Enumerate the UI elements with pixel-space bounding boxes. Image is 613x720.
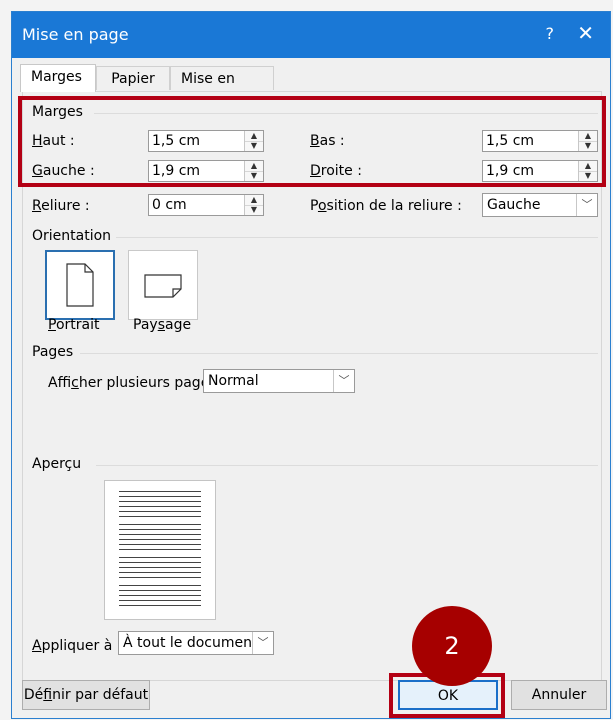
bas-spinner[interactable]: 1,5 cm ▲ ▼ (482, 130, 598, 152)
section-title-orientation: Orientation (32, 228, 112, 244)
section-divider (96, 465, 598, 466)
haut-value: 1,5 cm (152, 133, 201, 149)
section-divider (116, 237, 598, 238)
bas-value: 1,5 cm (486, 133, 535, 149)
spin-down-icon[interactable]: ▼ (579, 171, 597, 181)
definir-par-defaut-button[interactable]: Définir par défaut (22, 680, 150, 710)
haut-spinner[interactable]: 1,5 cm ▲ ▼ (148, 130, 264, 152)
label-position-reliure: Position de la reliure : (310, 198, 462, 214)
label-haut: Haut : (32, 133, 75, 149)
section-title-marges: Marges (32, 104, 83, 120)
gauche-value: 1,9 cm (152, 163, 201, 179)
title-bar: Mise en page ? ✕ (12, 12, 610, 58)
paysage-button[interactable] (128, 250, 198, 320)
portrait-button[interactable] (45, 250, 115, 320)
tab-marges[interactable]: Marges (20, 64, 96, 92)
step-number-badge: 2 (412, 606, 492, 686)
page-preview (104, 480, 216, 620)
help-button[interactable]: ? (546, 24, 555, 43)
spin-down-icon[interactable]: ▼ (245, 205, 263, 215)
reliure-spinner[interactable]: 0 cm ▲ ▼ (148, 194, 264, 216)
label-appliquer: Appliquer à : (32, 638, 122, 654)
spin-down-icon[interactable]: ▼ (579, 141, 597, 151)
label-portrait[interactable]: Portrait (48, 317, 99, 333)
label-droite: Droite : (310, 163, 362, 179)
droite-value: 1,9 cm (486, 163, 535, 179)
label-paysage[interactable]: Paysage (133, 317, 191, 333)
section-divider (80, 353, 598, 354)
chevron-down-icon: ﹀ (252, 632, 273, 654)
landscape-page-icon (144, 274, 182, 298)
appliquer-select[interactable]: À tout le document ﹀ (118, 631, 274, 655)
section-title-pages: Pages (32, 344, 74, 360)
tab-papier[interactable]: Papier (96, 66, 170, 90)
close-button[interactable]: ✕ (577, 21, 594, 45)
chevron-down-icon: ﹀ (333, 370, 354, 392)
droite-spinner[interactable]: 1,9 cm ▲ ▼ (482, 160, 598, 182)
label-afficher-pages: Afficher plusieurs pages : (48, 375, 226, 391)
portrait-page-icon (66, 263, 94, 307)
reliure-value: 0 cm (152, 197, 187, 213)
dialog-title: Mise en page (22, 25, 129, 44)
page-setup-dialog: Mise en page ? ✕ Marges Papier Mise en p… (11, 11, 611, 719)
section-divider (94, 113, 598, 114)
pages-select[interactable]: Normal ﹀ (203, 369, 355, 393)
label-reliure: Reliure : (32, 198, 90, 214)
label-bas: Bas : (310, 133, 345, 149)
spin-down-icon[interactable]: ▼ (245, 171, 263, 181)
spin-down-icon[interactable]: ▼ (245, 141, 263, 151)
section-title-apercu: Aperçu (32, 456, 82, 472)
chevron-down-icon: ﹀ (576, 194, 597, 216)
tab-mise-en-page[interactable]: Mise en page (170, 66, 274, 103)
position-reliure-select[interactable]: Gauche ﹀ (482, 193, 598, 217)
gauche-spinner[interactable]: 1,9 cm ▲ ▼ (148, 160, 264, 182)
annuler-button[interactable]: Annuler (511, 680, 607, 710)
label-gauche: Gauche : (32, 163, 95, 179)
